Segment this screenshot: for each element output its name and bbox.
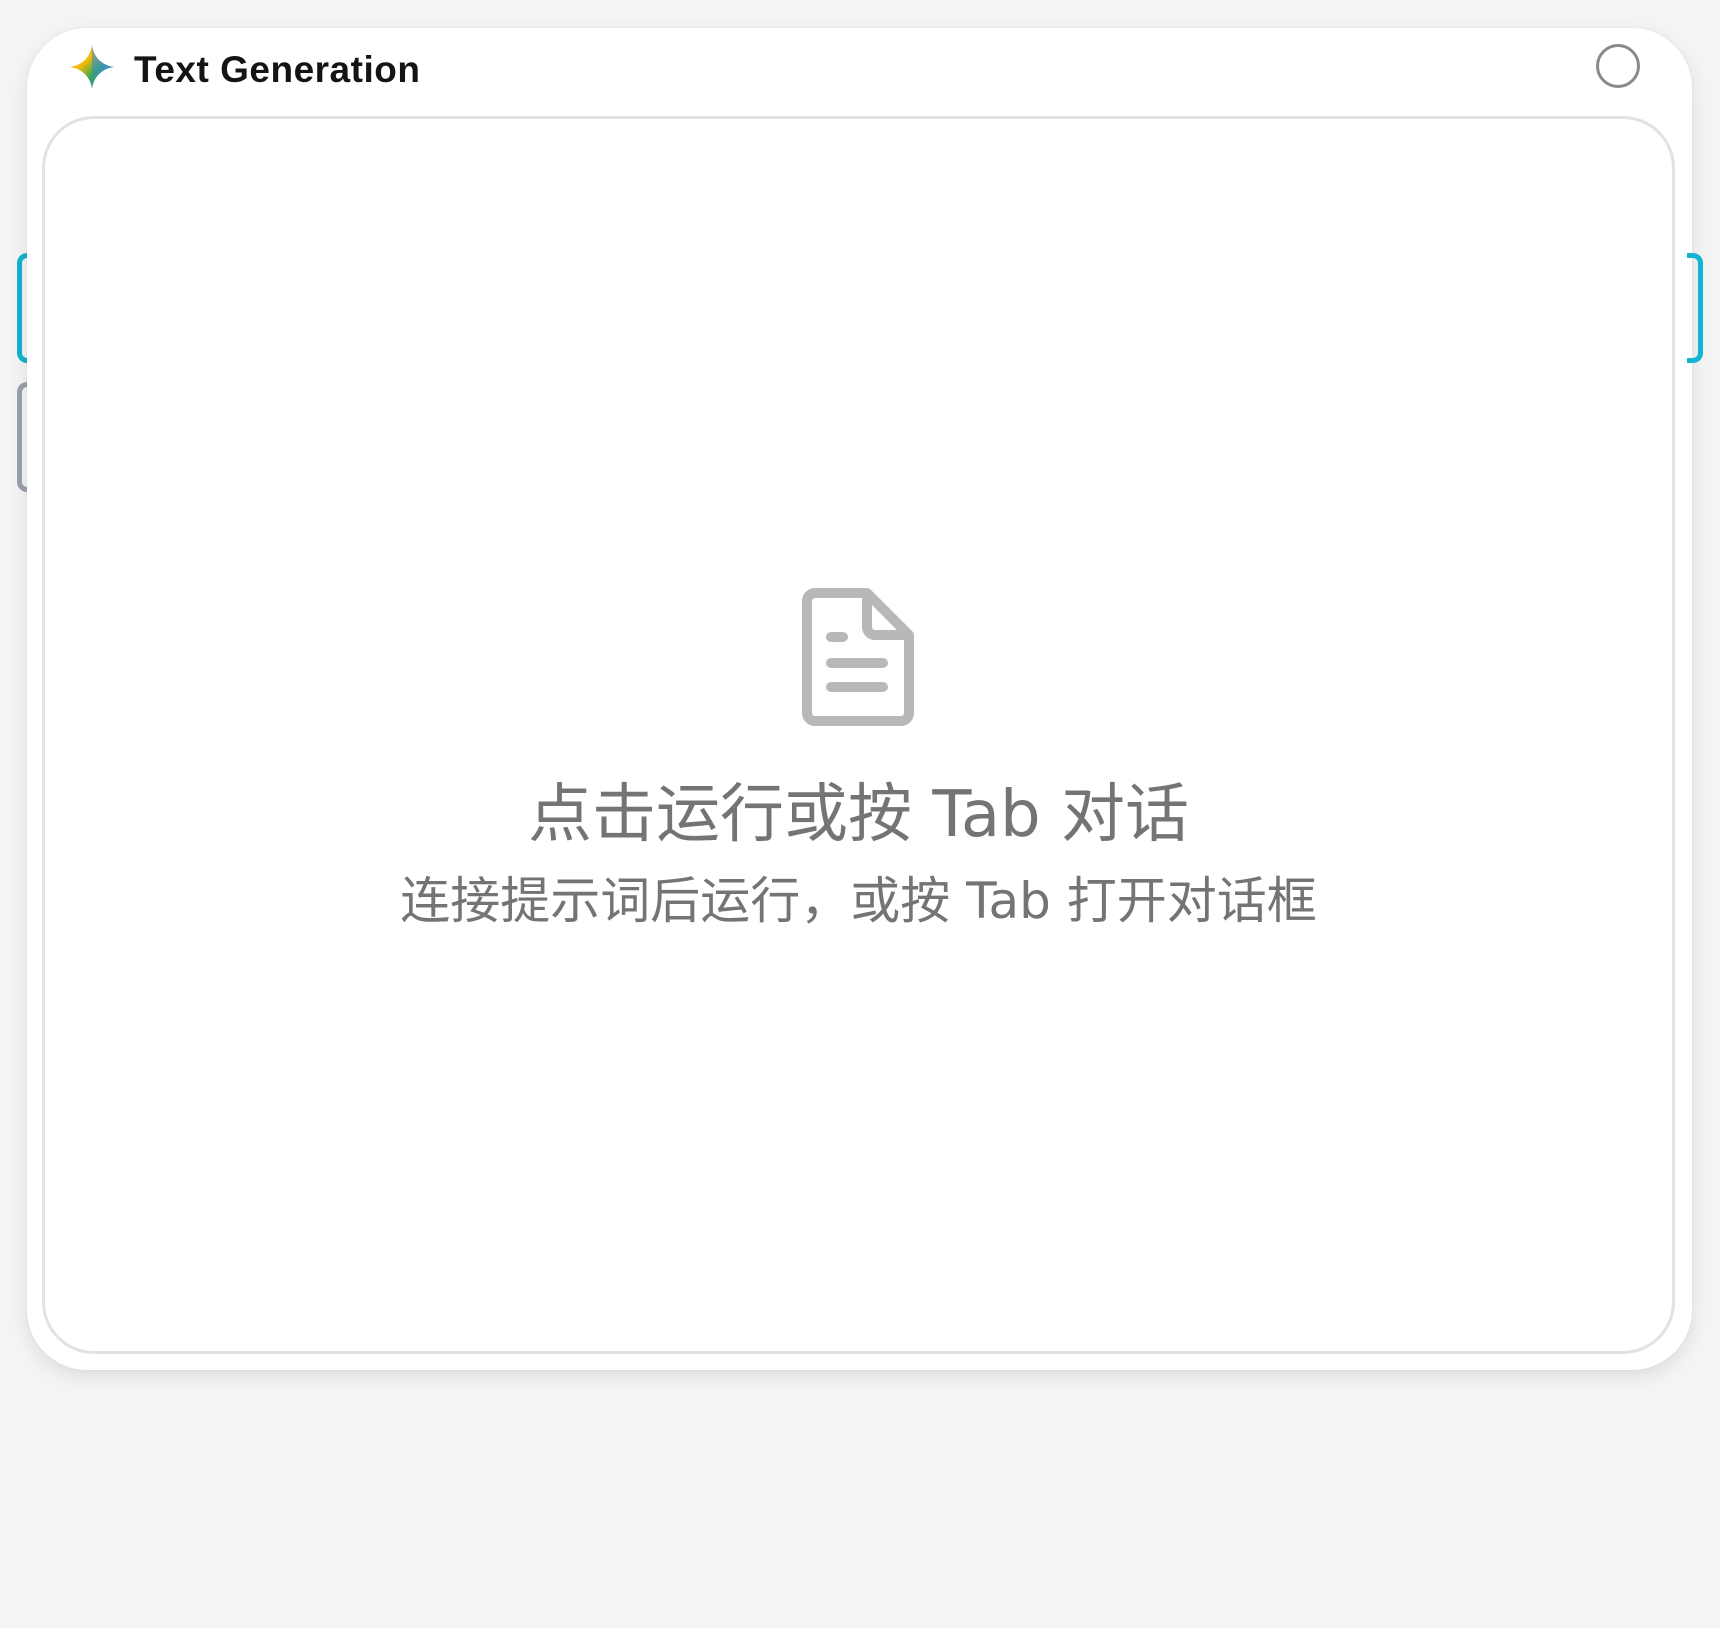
node-title: Text Generation: [134, 49, 421, 90]
output-handle-text[interactable]: [1687, 253, 1703, 363]
node-header[interactable]: Text Generation: [27, 28, 1692, 116]
status-circle-icon[interactable]: [1596, 44, 1640, 88]
gemini-sparkle-icon: [70, 45, 114, 89]
empty-state-subtitle: 连接提示词后运行，或按 Tab 打开对话框: [400, 872, 1317, 930]
text-generation-node[interactable]: Text Generation 点击运行或按 Tab 对话 连接提示词后运行，或…: [27, 28, 1692, 1370]
output-panel[interactable]: 点击运行或按 Tab 对话 连接提示词后运行，或按 Tab 打开对话框: [42, 116, 1675, 1354]
document-icon: [801, 588, 914, 726]
empty-state-title: 点击运行或按 Tab 对话: [527, 778, 1190, 852]
empty-state: 点击运行或按 Tab 对话 连接提示词后运行，或按 Tab 打开对话框: [45, 587, 1672, 933]
